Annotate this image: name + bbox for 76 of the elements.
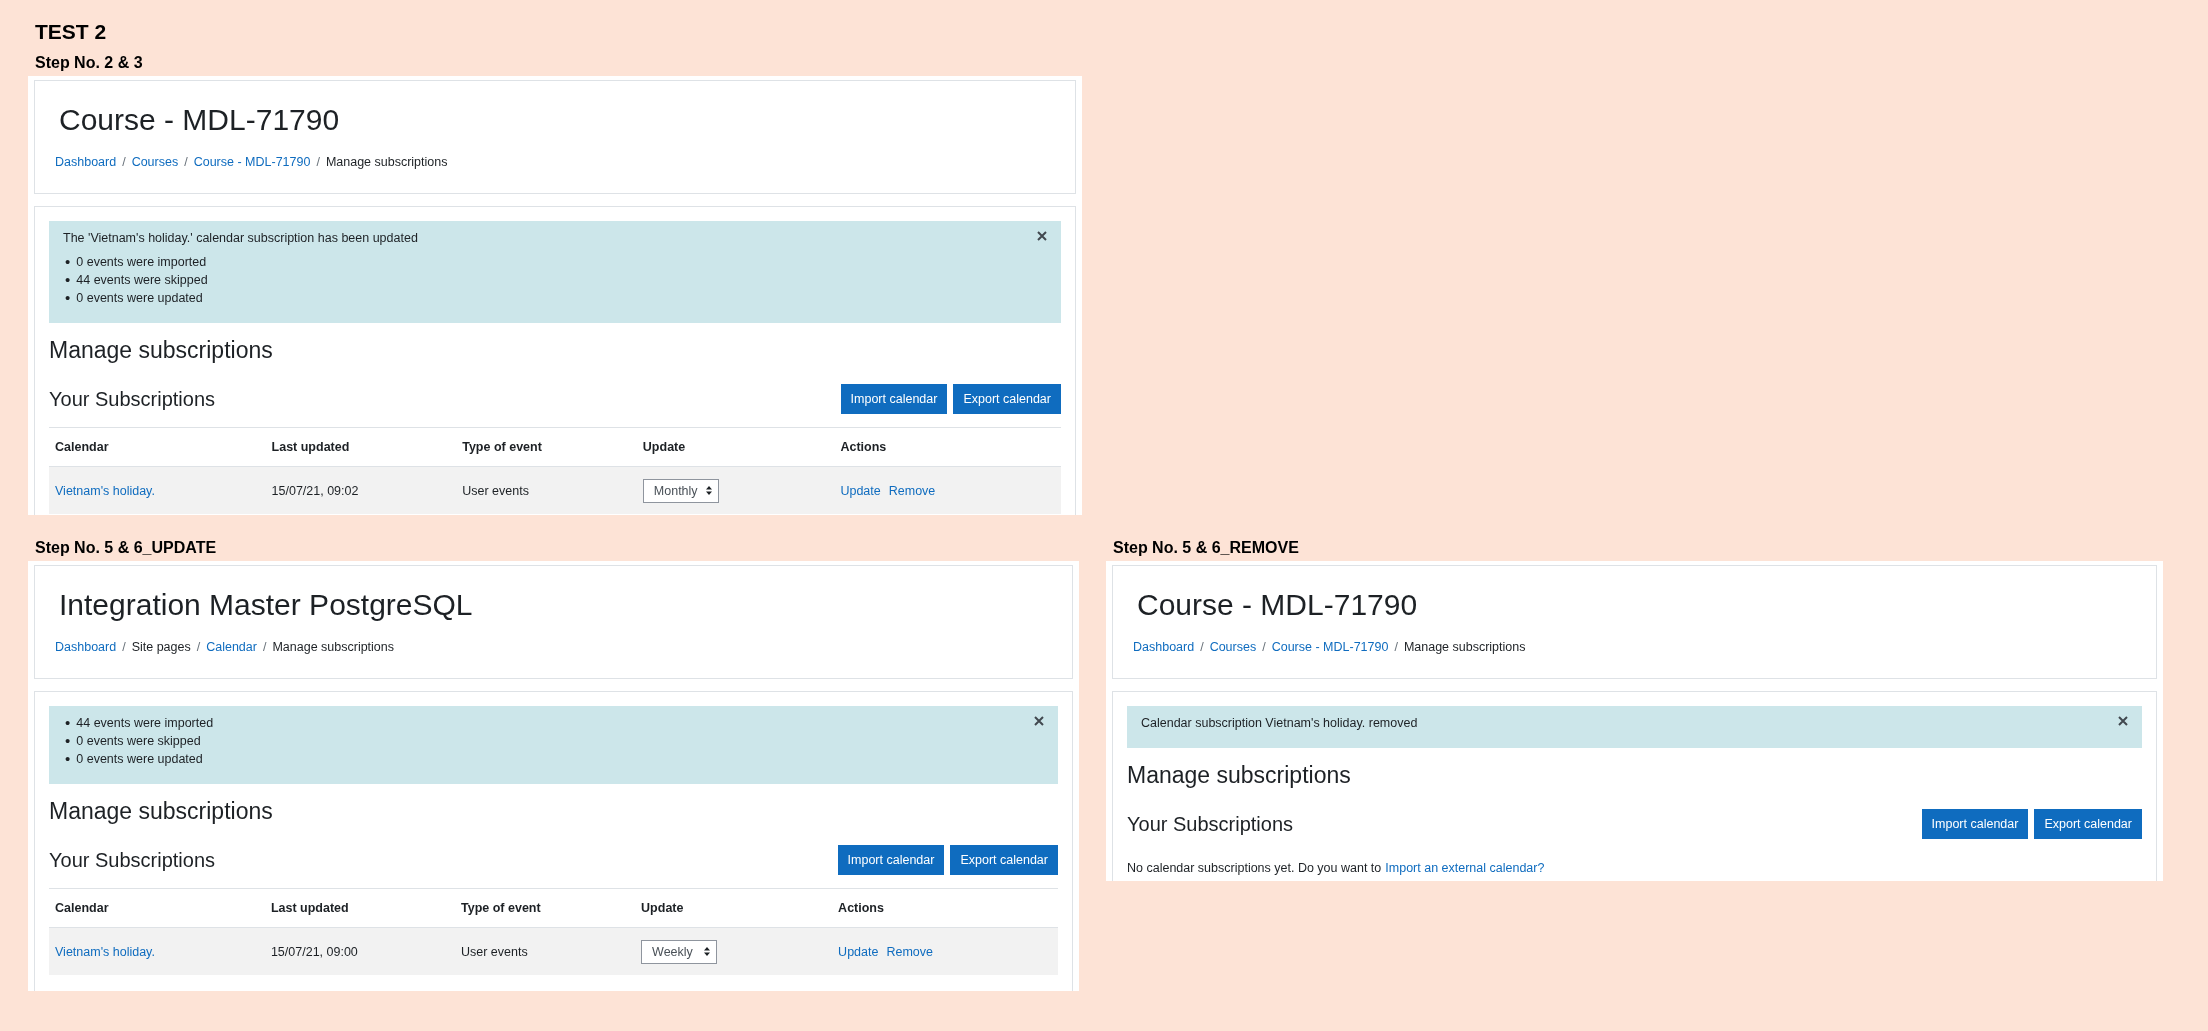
breadcrumb-separator: / [122, 155, 126, 169]
section-heading: Manage subscriptions [49, 798, 274, 825]
calendar-button[interactable]: Import calendar [1921, 809, 2029, 839]
breadcrumb-separator: / [196, 640, 201, 654]
calendar-button[interactable]: Import calendar [837, 845, 945, 875]
close-icon [2118, 716, 2128, 726]
alert-message: Calendar subscription Vietnam's holiday. removed [1141, 716, 1418, 730]
breadcrumb-separator: / [1262, 640, 1266, 654]
breadcrumb-separator: / [316, 155, 320, 169]
bullet-mark: • [65, 273, 71, 287]
action-link[interactable]: Update [838, 944, 879, 959]
alert-list-item: 0 events were updated [76, 291, 203, 305]
subsection-heading: Your Subscriptions [49, 387, 216, 411]
alert-message: The 'Vietnam's holiday.' calendar subscription has been updated [63, 231, 418, 245]
breadcrumb-link[interactable]: Dashboard [1133, 640, 1195, 654]
bullet-mark: • [65, 716, 71, 730]
close-icon [1037, 231, 1047, 241]
calendar-button[interactable]: Export calendar [953, 384, 1061, 414]
subsection-heading: Your Subscriptions [49, 848, 216, 872]
page-location-text: Site pages [131, 640, 191, 654]
sort-caret-icon [704, 947, 711, 956]
table-cell: 15/07/21, 09:02 [271, 483, 359, 498]
step-label: Step No. 5 & 6_UPDATE [35, 539, 217, 557]
action-link[interactable]: Update [840, 483, 881, 498]
section-heading: Manage subscriptions [49, 337, 274, 364]
bullet-mark: • [65, 734, 71, 748]
table-cell: User events [461, 944, 528, 959]
calendar-button[interactable]: Export calendar [950, 845, 1058, 875]
alert-list-item: 44 events were skipped [76, 273, 208, 287]
page-location-text: Manage subscriptions [325, 155, 448, 169]
close-button[interactable] [1037, 231, 1047, 241]
update-select[interactable]: Weekly [641, 939, 718, 964]
breadcrumb-link[interactable]: Calendar [206, 640, 257, 654]
calendar-button[interactable]: Import calendar [840, 384, 948, 414]
breadcrumb-separator: / [122, 640, 126, 654]
alert-list-item: 0 events were skipped [76, 734, 201, 748]
breadcrumb-separator: / [262, 640, 267, 654]
page-title: Course - MDL-71790 [59, 103, 340, 137]
breadcrumb-link[interactable]: Courses [1209, 640, 1257, 654]
page-title: Course - MDL-71790 [1137, 588, 1418, 622]
calendar-button[interactable]: Export calendar [2034, 809, 2142, 839]
bullet-mark: • [65, 752, 71, 766]
close-icon [1034, 716, 1044, 726]
breadcrumb-link[interactable]: Dashboard [55, 640, 117, 654]
breadcrumb-link[interactable]: Dashboard [55, 155, 117, 169]
subscription-name-link[interactable]: Vietnam's holiday. [55, 944, 155, 959]
update-select[interactable]: Monthly [642, 478, 719, 503]
table-cell: 15/07/21, 09:00 [270, 944, 358, 959]
close-button[interactable] [1034, 716, 1044, 726]
bullet-mark: • [65, 291, 71, 305]
import-link[interactable]: Import an external calendar? [1385, 861, 1545, 875]
document-title: TEST 2 [35, 20, 107, 44]
step-label: Step No. 5 & 6_REMOVE [1113, 539, 1299, 557]
bullet-mark: • [65, 255, 71, 269]
close-button[interactable] [2118, 716, 2128, 726]
alert-list-item: 44 events were imported [76, 716, 214, 730]
breadcrumb-link[interactable]: Course - MDL-71790 [193, 155, 311, 169]
breadcrumb-separator: / [1200, 640, 1204, 654]
subsection-heading: Your Subscriptions [1127, 812, 1294, 836]
breadcrumb-link[interactable]: Course - MDL-71790 [1271, 640, 1389, 654]
sort-caret-icon [705, 486, 712, 495]
alert-list-item: 0 events were updated [76, 752, 203, 766]
section-heading: Manage subscriptions [1127, 762, 1352, 789]
action-link[interactable]: Remove [886, 944, 933, 959]
breadcrumb-separator: / [1394, 640, 1398, 654]
alert-list-item: 0 events were imported [76, 255, 207, 269]
subscription-name-link[interactable]: Vietnam's holiday. [55, 483, 155, 498]
table-cell: User events [462, 483, 529, 498]
step-label: Step No. 2 & 3 [35, 54, 143, 72]
breadcrumb-separator: / [184, 155, 188, 169]
empty-message: No calendar subscriptions yet. Do you want to [1127, 861, 1382, 875]
page-location-text: Manage subscriptions [1403, 640, 1526, 654]
page-location-text: Manage subscriptions [272, 640, 395, 654]
action-link[interactable]: Remove [888, 483, 936, 498]
page-title: Integration Master PostgreSQL [59, 588, 473, 622]
breadcrumb-link[interactable]: Courses [131, 155, 179, 169]
